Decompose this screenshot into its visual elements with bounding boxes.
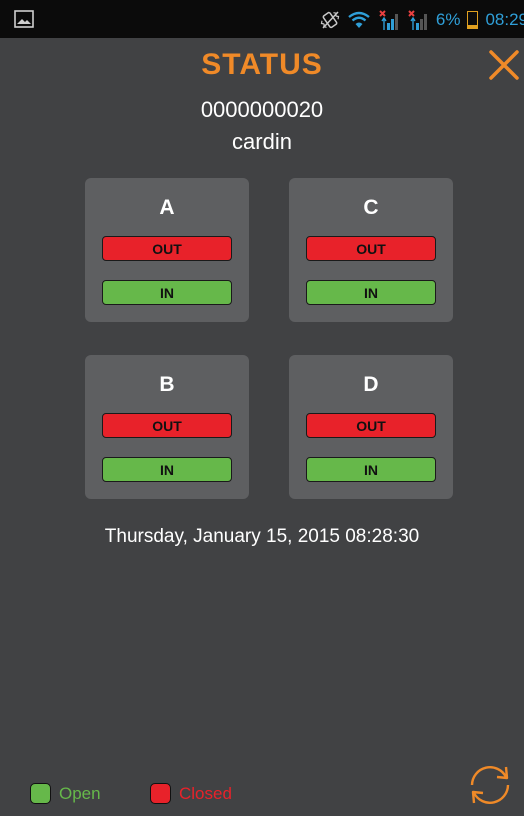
card-a: A OUT IN	[85, 178, 249, 322]
device-id: 0000000020	[200, 97, 324, 122]
card-label: A	[159, 196, 175, 219]
in-button[interactable]: IN	[306, 280, 436, 305]
card-label: B	[159, 373, 175, 396]
card-label: D	[363, 373, 379, 396]
legend-closed: Closed	[150, 783, 232, 804]
closed-swatch	[150, 783, 171, 804]
refresh-icon[interactable]	[462, 758, 518, 812]
card-b: B OUT IN	[85, 355, 249, 499]
card-c: C OUT IN	[289, 178, 453, 322]
legend-open: Open	[30, 783, 101, 804]
device-name: cardin	[232, 129, 292, 154]
signal-icon	[379, 10, 398, 30]
in-button[interactable]: IN	[306, 457, 436, 482]
closed-label: Closed	[179, 783, 232, 803]
timestamp: Thursday, January 15, 2015 08:28:30	[104, 526, 420, 547]
vibrate-icon	[320, 11, 340, 29]
gallery-icon	[14, 10, 34, 28]
battery-percent: 6%	[435, 10, 461, 29]
in-button[interactable]: IN	[102, 280, 232, 305]
card-d: D OUT IN	[289, 355, 453, 499]
out-button[interactable]: OUT	[306, 413, 436, 438]
wifi-icon	[348, 11, 370, 28]
clock: 08:29	[485, 10, 524, 29]
out-button[interactable]: OUT	[102, 413, 232, 438]
close-icon[interactable]	[486, 47, 522, 83]
card-label: C	[363, 196, 379, 219]
out-button[interactable]: OUT	[306, 236, 436, 261]
open-swatch	[30, 783, 51, 804]
page-title: STATUS	[201, 48, 323, 81]
out-button[interactable]: OUT	[102, 236, 232, 261]
battery-icon	[467, 11, 479, 29]
open-label: Open	[59, 783, 101, 803]
in-button[interactable]: IN	[102, 457, 232, 482]
status-bar: 6% 08:29	[0, 0, 524, 38]
signal-icon	[408, 10, 427, 30]
